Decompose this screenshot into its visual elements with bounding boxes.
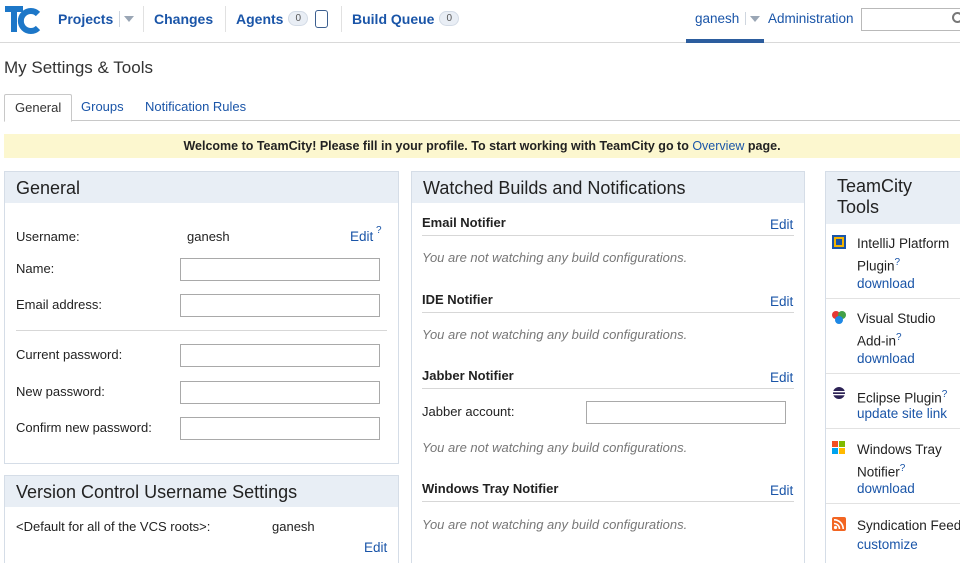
nav-separator — [143, 6, 144, 32]
agent-status-icon[interactable] — [315, 9, 329, 28]
help-icon[interactable]: ? — [900, 463, 906, 474]
agents-count-badge: 0 — [288, 11, 309, 26]
divider — [422, 235, 794, 236]
edit-username-link[interactable]: Edit — [350, 229, 373, 244]
watched-panel-title: Watched Builds and Notifications — [412, 172, 804, 203]
windows-tray-notifier-name: Windows Tray Notifier? — [857, 442, 942, 480]
windows-icon — [832, 441, 846, 455]
general-panel-title: General — [5, 172, 398, 203]
page-title: My Settings & Tools — [4, 58, 153, 77]
nav-projects[interactable]: Projects — [58, 11, 113, 27]
help-icon[interactable]: ? — [895, 257, 901, 268]
current-password-label: Current password: — [16, 347, 123, 362]
help-icon[interactable]: ? — [896, 332, 902, 343]
vcs-default-value: ganesh — [272, 519, 315, 534]
eclipse-plugin-name: Eclipse Plugin? — [857, 389, 948, 406]
nav-build-queue[interactable]: Build Queue — [352, 11, 434, 27]
top-navigation-bar: Projects Changes Agents 0 Build Queue 0 … — [0, 0, 960, 43]
edit-email-notifier-link[interactable]: Edit — [770, 217, 793, 232]
nav-agents[interactable]: Agents — [236, 11, 283, 27]
windows-tray-download-link[interactable]: download — [857, 481, 915, 496]
divider — [422, 312, 794, 313]
build-queue-count-badge: 0 — [439, 11, 460, 26]
windows-tray-empty-text: You are not watching any build configura… — [422, 517, 688, 532]
edit-jabber-notifier-link[interactable]: Edit — [770, 370, 793, 385]
vcs-default-label: <Default for all of the VCS roots>: — [16, 519, 211, 534]
divider — [826, 373, 960, 374]
jabber-notifier-heading: Jabber Notifier — [422, 368, 514, 383]
jabber-account-field[interactable] — [586, 401, 786, 424]
divider — [422, 388, 794, 389]
visual-studio-addin-name: Visual Studio Add-in? — [857, 311, 936, 349]
teamcity-logo-icon[interactable] — [5, 4, 41, 34]
nav-administration[interactable]: Administration — [768, 11, 854, 26]
email-field[interactable] — [180, 294, 380, 317]
nav-divider — [745, 12, 747, 25]
banner-text: Welcome to TeamCity! Please fill in your… — [183, 139, 693, 153]
visual-studio-icon — [832, 310, 846, 324]
confirm-password-field[interactable] — [180, 417, 380, 440]
name-field[interactable] — [180, 258, 380, 281]
user-name[interactable]: ganesh — [695, 11, 739, 26]
intellij-icon — [832, 235, 846, 249]
divider — [826, 298, 960, 299]
syndication-feed-customize-link[interactable]: customize — [857, 537, 918, 552]
new-password-label: New password: — [16, 384, 105, 399]
divider — [826, 503, 960, 504]
settings-tabs: General Groups Notification Rules — [4, 94, 960, 122]
user-dropdown-icon[interactable] — [750, 15, 761, 22]
tab-notification-rules[interactable]: Notification Rules — [135, 94, 256, 121]
divider — [422, 501, 794, 502]
welcome-banner: Welcome to TeamCity! Please fill in your… — [4, 134, 960, 158]
help-icon[interactable]: ? — [942, 389, 948, 400]
user-menu[interactable]: ganesh — [686, 0, 764, 43]
email-label: Email address: — [16, 297, 102, 312]
banner-text-end: page. — [744, 139, 781, 153]
search-input[interactable] — [861, 8, 960, 31]
name-label: Name: — [16, 261, 55, 276]
watched-builds-panel: Watched Builds and Notifications Email N… — [411, 171, 805, 563]
help-icon[interactable]: ? — [376, 225, 382, 236]
tools-panel-title: TeamCity Tools — [826, 172, 960, 224]
edit-vcs-link[interactable]: Edit — [364, 540, 387, 555]
nav-separator — [225, 6, 226, 32]
new-password-field[interactable] — [180, 381, 380, 404]
projects-dropdown-icon[interactable] — [124, 15, 135, 22]
username-value: ganesh — [187, 229, 230, 244]
syndication-feed-name: Syndication Feed — [857, 518, 960, 533]
nav-separator — [341, 6, 342, 32]
divider — [826, 428, 960, 429]
current-password-field[interactable] — [180, 344, 380, 367]
divider — [16, 330, 387, 331]
eclipse-icon — [832, 386, 846, 400]
jabber-account-label: Jabber account: — [422, 404, 515, 419]
edit-ide-notifier-link[interactable]: Edit — [770, 294, 793, 309]
tab-general[interactable]: General — [4, 94, 73, 122]
jabber-empty-text: You are not watching any build configura… — [422, 440, 688, 455]
general-panel: General Username: ganesh Edit ? Name: Em… — [4, 171, 399, 464]
ide-notifier-heading: IDE Notifier — [422, 292, 493, 307]
tab-groups[interactable]: Groups — [71, 94, 134, 121]
ide-empty-text: You are not watching any build configura… — [422, 327, 688, 342]
email-empty-text: You are not watching any build configura… — [422, 250, 688, 265]
eclipse-update-site-link[interactable]: update site link — [857, 406, 947, 421]
edit-windows-tray-notifier-link[interactable]: Edit — [770, 483, 793, 498]
active-tab-indicator — [686, 39, 764, 43]
overview-link[interactable]: Overview — [692, 139, 744, 153]
teamcity-tools-panel: TeamCity Tools IntelliJ Platform Plugin?… — [825, 171, 960, 563]
confirm-password-label: Confirm new password: — [16, 420, 152, 435]
windows-tray-notifier-heading: Windows Tray Notifier — [422, 481, 559, 496]
search-icon[interactable] — [952, 12, 960, 23]
nav-divider — [119, 10, 121, 27]
visual-studio-download-link[interactable]: download — [857, 351, 915, 366]
vcs-username-panel: Version Control Username Settings <Defau… — [4, 475, 399, 563]
username-label: Username: — [16, 229, 80, 244]
intellij-download-link[interactable]: download — [857, 276, 915, 291]
intellij-plugin-name: IntelliJ Platform Plugin? — [857, 236, 950, 274]
nav-changes[interactable]: Changes — [154, 11, 213, 27]
vcs-panel-title: Version Control Username Settings — [5, 476, 398, 507]
email-notifier-heading: Email Notifier — [422, 215, 506, 230]
rss-icon — [832, 517, 846, 531]
